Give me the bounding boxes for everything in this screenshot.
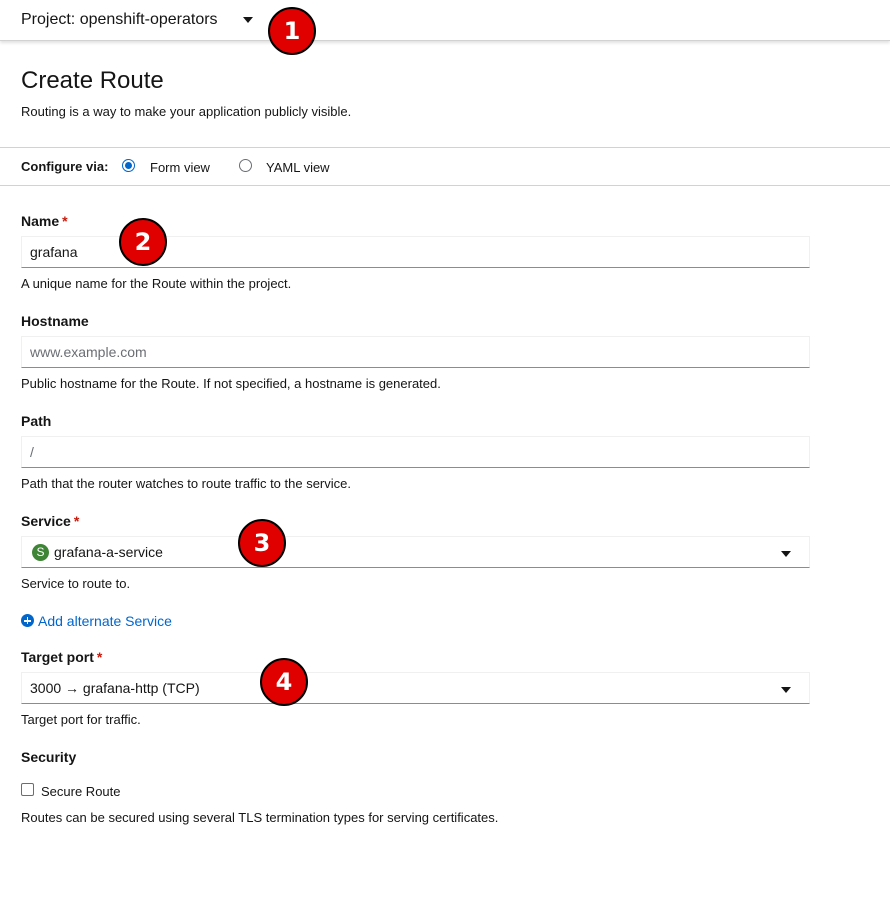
- service-label-text: Service: [21, 513, 71, 529]
- plus-circle-icon: [21, 614, 34, 627]
- security-section-title: Security: [21, 749, 77, 765]
- chevron-down-icon[interactable]: [781, 551, 791, 557]
- annotation-marker-4: 4: [260, 658, 308, 706]
- secure-route-label[interactable]: Secure Route: [41, 784, 121, 800]
- name-input-value: grafana: [30, 244, 78, 260]
- annotation-marker-3: 3: [238, 519, 286, 567]
- path-helper-text: Path that the router watches to route tr…: [21, 476, 351, 491]
- project-selector[interactable]: Project: openshift-operators: [21, 10, 218, 30]
- annotation-marker-2: 2: [119, 218, 167, 266]
- page-description: Routing is a way to make your applicatio…: [21, 104, 352, 119]
- project-bar: Project: openshift-operators: [0, 0, 890, 41]
- page-title: Create Route: [21, 67, 164, 94]
- service-badge-icon: S: [32, 544, 49, 561]
- target-port-select[interactable]: 3000 → grafana-http (TCP): [21, 672, 810, 704]
- required-indicator: *: [73, 513, 80, 529]
- required-indicator: *: [96, 649, 103, 665]
- name-label: Name *: [21, 212, 68, 230]
- path-placeholder: /: [30, 444, 34, 460]
- divider: [0, 147, 890, 148]
- target-port-label-text: Target port: [21, 649, 94, 665]
- yaml-view-radio[interactable]: [239, 159, 252, 172]
- project-selector-label: Project: openshift-operators: [21, 11, 218, 28]
- hostname-helper-text: Public hostname for the Route. If not sp…: [21, 376, 441, 391]
- configure-via-label: Configure via:: [21, 159, 109, 174]
- hostname-label-text: Hostname: [21, 313, 89, 329]
- add-alternate-service-link[interactable]: Add alternate Service: [21, 612, 172, 630]
- target-port-helper-text: Target port for traffic.: [21, 712, 141, 727]
- target-port-label: Target port *: [21, 648, 102, 666]
- yaml-view-label[interactable]: YAML view: [266, 160, 330, 175]
- add-alternate-service-label: Add alternate Service: [38, 613, 172, 629]
- name-label-text: Name: [21, 213, 60, 229]
- chevron-down-icon[interactable]: [781, 687, 791, 693]
- security-helper-text: Routes can be secured using several TLS …: [21, 810, 499, 825]
- hostname-label: Hostname: [21, 312, 89, 330]
- secure-route-checkbox[interactable]: [21, 783, 34, 796]
- hostname-placeholder: www.example.com: [30, 344, 147, 360]
- path-label-text: Path: [21, 413, 52, 429]
- target-port-select-value: 3000 → grafana-http (TCP): [30, 680, 200, 696]
- chevron-down-icon[interactable]: [243, 17, 253, 23]
- annotation-marker-1: 1: [268, 7, 316, 55]
- service-label: Service *: [21, 512, 79, 530]
- service-select-value: grafana-a-service: [54, 544, 163, 560]
- path-label: Path: [21, 412, 51, 430]
- form-view-label[interactable]: Form view: [150, 160, 210, 175]
- required-indicator: *: [62, 213, 68, 229]
- form-view-radio[interactable]: [122, 159, 135, 172]
- divider: [0, 185, 890, 186]
- path-input[interactable]: /: [21, 436, 810, 468]
- name-helper-text: A unique name for the Route within the p…: [21, 276, 292, 291]
- service-select[interactable]: S grafana-a-service: [21, 536, 810, 568]
- service-helper-text: Service to route to.: [21, 576, 131, 591]
- hostname-input[interactable]: www.example.com: [21, 336, 810, 368]
